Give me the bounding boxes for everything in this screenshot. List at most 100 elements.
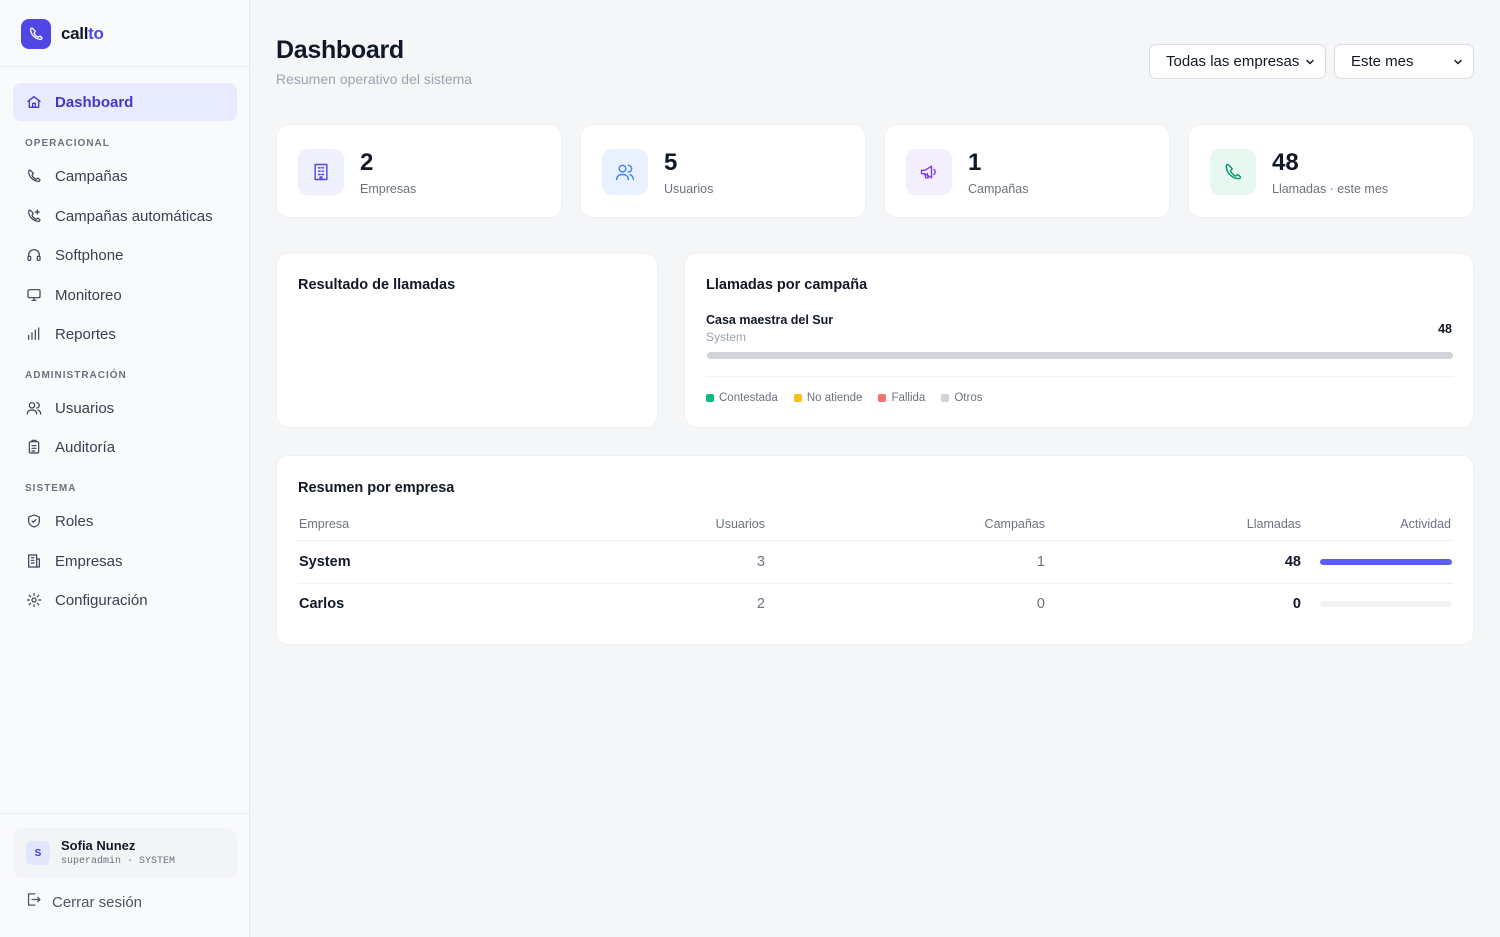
cell-campanas: 1 [1036, 554, 1045, 570]
logout-button[interactable]: Cerrar sesión [25, 890, 142, 914]
cell-usuarios: 2 [756, 596, 765, 612]
user-card[interactable]: S Sofia Nunez superadmin · SYSTEM [13, 828, 237, 878]
stat-card-llamadas: 48 Llamadas · este mes [1188, 124, 1474, 218]
phone-plus-icon [25, 207, 43, 225]
divider [298, 583, 1453, 584]
sidebar-item-label: Campañas [55, 167, 128, 185]
legend-swatch [793, 394, 802, 402]
legend-item: Fallida [878, 392, 925, 404]
logout-icon [25, 891, 42, 913]
phone-icon [25, 167, 43, 185]
sidebar-item-label: Empresas [55, 552, 123, 570]
legend-swatch [878, 394, 887, 402]
legend-item: Contestada [706, 392, 778, 404]
campaign-call-count: 48 [1438, 322, 1452, 336]
section-label-operacional: OPERACIONAL [25, 138, 110, 149]
user-role: superadmin · SYSTEM [61, 856, 176, 867]
sidebar-item-empresas[interactable]: Empresas [13, 542, 237, 580]
cell-empresa: Carlos [299, 596, 345, 612]
legend-label: No atiende [806, 392, 863, 404]
users-icon [25, 399, 43, 417]
logo[interactable] [21, 19, 51, 49]
building-icon [298, 149, 344, 195]
sidebar-item-roles[interactable]: Roles [13, 502, 237, 540]
sidebar-item-dashboard[interactable]: Dashboard [13, 83, 237, 121]
section-label-administracion: ADMINISTRACIÓN [25, 370, 127, 381]
cell-campanas: 0 [1036, 596, 1045, 612]
column-header-llamadas: Llamadas [1246, 517, 1301, 531]
legend-swatch [941, 394, 950, 402]
cell-llamadas: 48 [1284, 554, 1301, 570]
clipboard-icon [25, 438, 43, 456]
company-summary-card: Resumen por empresa Empresa Usuarios Cam… [276, 455, 1474, 645]
shield-check-icon [25, 512, 43, 530]
column-header-usuarios: Usuarios [715, 517, 765, 531]
campaign-company: System [706, 330, 747, 344]
stat-value: 48 [1272, 149, 1299, 176]
stat-value: 1 [968, 149, 982, 176]
campaign-progress-bar [707, 352, 1453, 359]
brand-header: callto [0, 0, 249, 67]
legend-item: Otros [941, 392, 982, 404]
sidebar-item-label: Configuración [55, 591, 148, 609]
avatar: S [26, 841, 50, 865]
legend-label: Otros [954, 392, 983, 404]
sidebar-divider [0, 813, 249, 814]
card-title: Resultado de llamadas [298, 277, 456, 293]
bar-chart-icon [25, 325, 43, 343]
sidebar-item-usuarios[interactable]: Usuarios [13, 389, 237, 427]
sidebar-item-label: Usuarios [55, 399, 115, 417]
sidebar-item-softphone[interactable]: Softphone [13, 236, 237, 274]
stat-value: 5 [664, 149, 678, 176]
phone-icon [1210, 149, 1256, 195]
users-icon [602, 149, 648, 195]
building-icon [25, 552, 43, 570]
stat-label: Campañas [968, 182, 1029, 196]
home-icon [25, 93, 43, 111]
legend: Contestada No atiende Fallida Otros [706, 392, 998, 404]
sidebar-item-campanas[interactable]: Campañas [13, 157, 237, 195]
divider [298, 540, 1453, 541]
cell-usuarios: 3 [756, 554, 765, 570]
headset-icon [25, 246, 43, 264]
results-card: Resultado de llamadas [276, 253, 658, 428]
activity-bar [1320, 559, 1452, 565]
page-title: Dashboard [276, 36, 404, 64]
megaphone-icon [906, 149, 952, 195]
user-name: Sofia Nunez [61, 838, 136, 853]
sidebar-item-label: Auditoría [55, 438, 116, 456]
sidebar-item-campanas-automaticas[interactable]: Campañas automáticas [13, 197, 237, 235]
cell-empresa: System [299, 554, 351, 570]
logout-label: Cerrar sesión [52, 893, 143, 911]
legend-label: Contestada [719, 392, 778, 404]
period-filter-select[interactable]: Este mes [1334, 44, 1474, 79]
legend-item: No atiende [793, 392, 863, 404]
campaign-name: Casa maestra del Sur [706, 313, 834, 327]
sidebar-item-label: Campañas automáticas [55, 207, 213, 225]
sidebar-item-auditoria[interactable]: Auditoría [13, 428, 237, 466]
column-header-empresa: Empresa [299, 517, 350, 531]
stat-label: Usuarios [664, 182, 714, 196]
chevron-down-icon [1452, 55, 1464, 72]
card-title: Llamadas por campaña [706, 277, 868, 293]
phone-icon [30, 27, 43, 40]
main-content: Dashboard Resumen operativo del sistema … [250, 0, 1500, 937]
sidebar-item-label: Reportes [55, 325, 116, 343]
period-filter-value: Este mes [1351, 53, 1414, 70]
card-title: Resumen por empresa [298, 480, 455, 496]
sidebar-item-reportes[interactable]: Reportes [13, 315, 237, 353]
brand-name-part2: to [88, 24, 104, 43]
sidebar-item-label: Roles [55, 512, 94, 530]
section-label-sistema: SISTEMA [25, 483, 77, 494]
stat-label: Empresas [360, 182, 417, 196]
sidebar-item-configuracion[interactable]: Configuración [13, 581, 237, 619]
company-filter-value: Todas las empresas [1166, 53, 1300, 70]
cell-llamadas: 0 [1292, 596, 1301, 612]
sidebar: callto Dashboard OPERACIONAL Campañas Ca… [0, 0, 250, 937]
sidebar-item-label: Monitoreo [55, 286, 122, 304]
stat-card-usuarios: 5 Usuarios [580, 124, 866, 218]
company-filter-select[interactable]: Todas las empresas [1149, 44, 1326, 79]
brand-name: callto [61, 24, 104, 44]
page-subtitle: Resumen operativo del sistema [276, 71, 473, 87]
sidebar-item-monitoreo[interactable]: Monitoreo [13, 276, 237, 314]
